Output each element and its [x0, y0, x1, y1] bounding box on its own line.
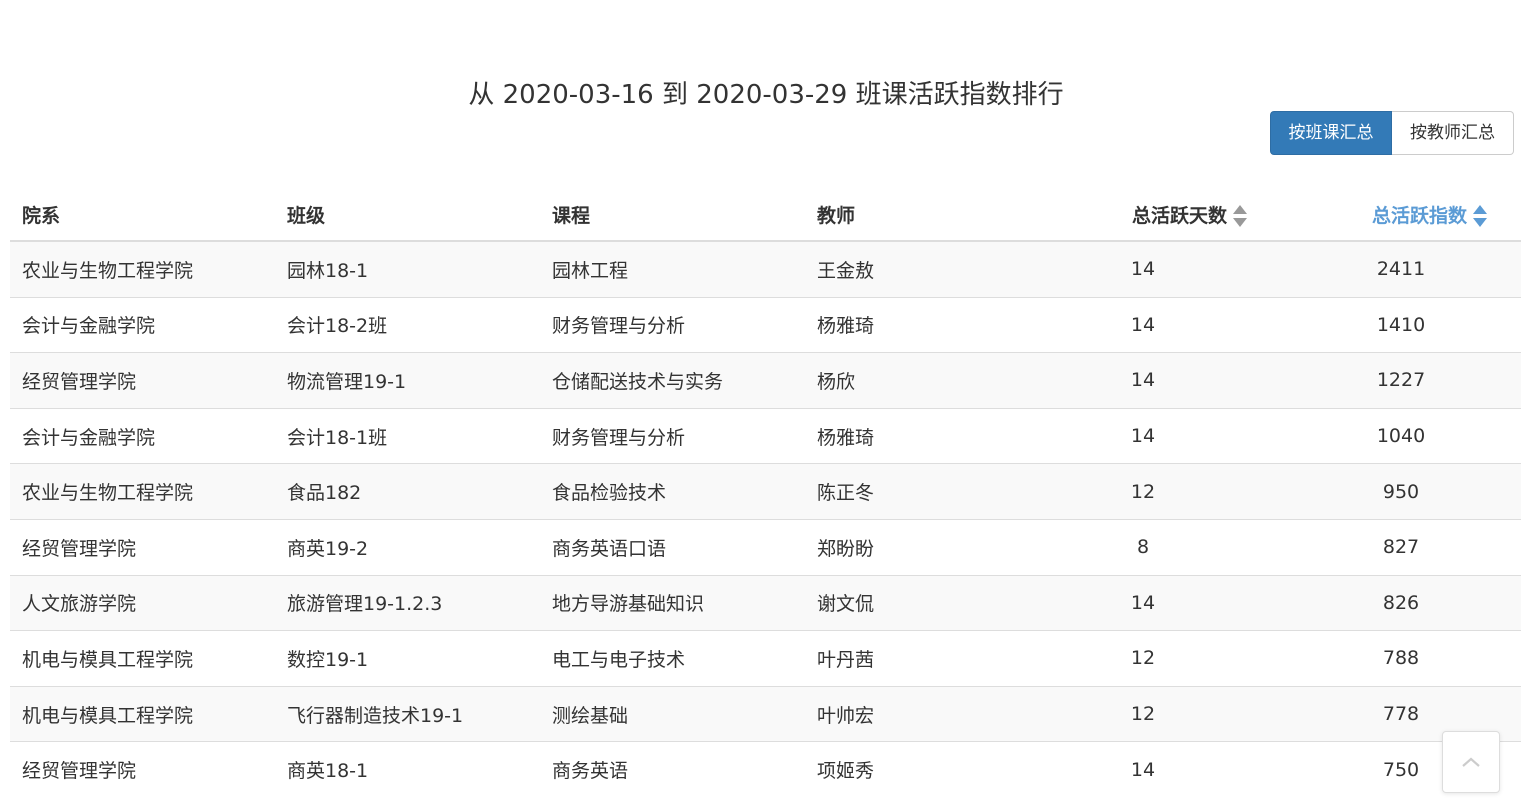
- cell-dept: 经贸管理学院: [10, 352, 275, 409]
- cell-dept: 农业与生物工程学院: [10, 463, 275, 520]
- summary-mode-toggle: 按班课汇总 按教师汇总: [1270, 111, 1514, 155]
- cell-course: 商务英语: [540, 741, 805, 797]
- table-body: 农业与生物工程学院 园林18-1 园林工程 王金敖 14 2411 会计与金融学…: [10, 240, 1521, 797]
- by-teacher-summary-button[interactable]: 按教师汇总: [1392, 111, 1514, 155]
- table-row: 农业与生物工程学院 园林18-1 园林工程 王金敖 14 2411: [10, 240, 1521, 298]
- cell-class: 物流管理19-1: [275, 352, 540, 409]
- cell-dept: 机电与模具工程学院: [10, 685, 275, 742]
- cell-teacher: 谢文侃: [805, 574, 1005, 631]
- table-row: 机电与模具工程学院 数控19-1 电工与电子技术 叶丹茜 12 788: [10, 630, 1521, 687]
- back-to-top-button[interactable]: [1442, 731, 1500, 793]
- column-header-teacher: 教师: [805, 188, 1005, 242]
- cell-dept: 经贸管理学院: [10, 518, 275, 576]
- cell-course: 地方导游基础知识: [540, 574, 805, 631]
- cell-teacher: 叶丹茜: [805, 630, 1005, 687]
- cell-index: 788: [1281, 630, 1521, 687]
- cell-index: 950: [1281, 463, 1521, 520]
- chevron-up-icon: [1462, 757, 1480, 767]
- table-row: 机电与模具工程学院 飞行器制造技术19-1 测绘基础 叶帅宏 12 778: [10, 685, 1521, 742]
- column-header-index[interactable]: 总活跃指数: [1281, 188, 1521, 242]
- cell-dept: 会计与金融学院: [10, 296, 275, 353]
- cell-teacher: 王金敖: [805, 240, 1005, 298]
- cell-days: 14: [1005, 574, 1281, 631]
- cell-class: 飞行器制造技术19-1: [275, 685, 540, 742]
- table-header-row: 院系 班级 课程 教师 总活跃天数 总活跃指数: [10, 188, 1521, 242]
- cell-class: 园林18-1: [275, 240, 540, 298]
- cell-days: 8: [1005, 518, 1281, 576]
- column-header-index-label: 总活跃指数: [1371, 204, 1467, 227]
- cell-course: 园林工程: [540, 240, 805, 298]
- table-row: 经贸管理学院 商英18-1 商务英语 项姬秀 14 750: [10, 741, 1521, 797]
- cell-course: 财务管理与分析: [540, 296, 805, 353]
- cell-class: 会计18-2班: [275, 296, 540, 353]
- cell-teacher: 杨雅琦: [805, 296, 1005, 353]
- table-row: 农业与生物工程学院 食品182 食品检验技术 陈正冬 12 950: [10, 463, 1521, 520]
- cell-dept: 会计与金融学院: [10, 407, 275, 464]
- cell-dept: 经贸管理学院: [10, 741, 275, 797]
- cell-class: 旅游管理19-1.2.3: [275, 574, 540, 631]
- cell-course: 财务管理与分析: [540, 407, 805, 464]
- cell-days: 12: [1005, 630, 1281, 687]
- column-header-course: 课程: [540, 188, 805, 242]
- cell-days: 12: [1005, 463, 1281, 520]
- table-row: 会计与金融学院 会计18-1班 财务管理与分析 杨雅琦 14 1040: [10, 407, 1521, 464]
- cell-days: 14: [1005, 240, 1281, 298]
- cell-teacher: 叶帅宏: [805, 685, 1005, 742]
- table-row: 经贸管理学院 物流管理19-1 仓储配送技术与实务 杨欣 14 1227: [10, 352, 1521, 409]
- cell-course: 电工与电子技术: [540, 630, 805, 687]
- cell-course: 测绘基础: [540, 685, 805, 742]
- cell-index: 827: [1281, 518, 1521, 576]
- table-row: 人文旅游学院 旅游管理19-1.2.3 地方导游基础知识 谢文侃 14 826: [10, 574, 1521, 631]
- cell-class: 商英18-1: [275, 741, 540, 797]
- cell-days: 14: [1005, 352, 1281, 409]
- cell-days: 14: [1005, 407, 1281, 464]
- cell-dept: 农业与生物工程学院: [10, 240, 275, 298]
- activity-ranking-table: 院系 班级 课程 教师 总活跃天数 总活跃指数 农业与生物工程学院 园林18-1…: [10, 188, 1521, 797]
- cell-index: 2411: [1281, 240, 1521, 298]
- cell-index: 1227: [1281, 352, 1521, 409]
- column-header-days[interactable]: 总活跃天数: [1005, 188, 1281, 242]
- cell-teacher: 郑盼盼: [805, 518, 1005, 576]
- cell-class: 会计18-1班: [275, 407, 540, 464]
- cell-dept: 机电与模具工程学院: [10, 630, 275, 687]
- cell-class: 数控19-1: [275, 630, 540, 687]
- cell-days: 14: [1005, 741, 1281, 797]
- cell-course: 食品检验技术: [540, 463, 805, 520]
- cell-index: 826: [1281, 574, 1521, 631]
- cell-days: 14: [1005, 296, 1281, 353]
- cell-class: 食品182: [275, 463, 540, 520]
- by-class-summary-button[interactable]: 按班课汇总: [1270, 111, 1392, 155]
- cell-teacher: 陈正冬: [805, 463, 1005, 520]
- cell-course: 商务英语口语: [540, 518, 805, 576]
- sort-icon[interactable]: [1233, 205, 1247, 227]
- cell-course: 仓储配送技术与实务: [540, 352, 805, 409]
- cell-index: 1410: [1281, 296, 1521, 353]
- column-header-dept: 院系: [10, 188, 275, 242]
- page-title: 从 2020-03-16 到 2020-03-29 班课活跃指数排行: [468, 80, 1064, 110]
- cell-days: 12: [1005, 685, 1281, 742]
- table-row: 会计与金融学院 会计18-2班 财务管理与分析 杨雅琦 14 1410: [10, 296, 1521, 353]
- cell-dept: 人文旅游学院: [10, 574, 275, 631]
- sort-icon[interactable]: [1473, 205, 1487, 227]
- cell-index: 1040: [1281, 407, 1521, 464]
- table-row: 经贸管理学院 商英19-2 商务英语口语 郑盼盼 8 827: [10, 518, 1521, 576]
- column-header-class: 班级: [275, 188, 540, 242]
- cell-teacher: 杨欣: [805, 352, 1005, 409]
- column-header-days-label: 总活跃天数: [1131, 204, 1227, 227]
- cell-teacher: 杨雅琦: [805, 407, 1005, 464]
- cell-class: 商英19-2: [275, 518, 540, 576]
- cell-teacher: 项姬秀: [805, 741, 1005, 797]
